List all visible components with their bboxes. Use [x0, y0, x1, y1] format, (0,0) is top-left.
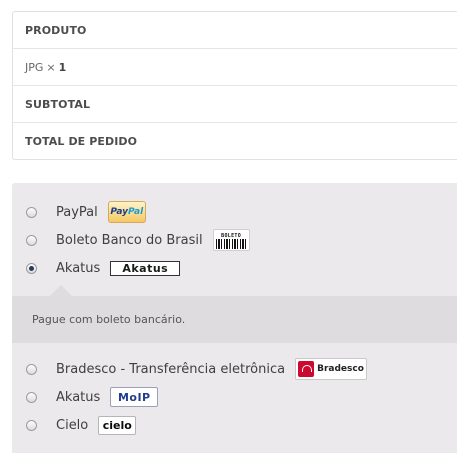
- bradesco-logo-icon: Bradesco: [295, 358, 368, 380]
- payment-description-box: Pague com boleto bancário.: [12, 296, 457, 343]
- boleto-barcode-icon: BOLETO: [212, 229, 250, 251]
- product-name: JPG: [25, 60, 44, 74]
- product-column-header: PRODUTO: [25, 23, 87, 37]
- akatus-moip-label[interactable]: Akatus: [56, 390, 100, 405]
- table-row-subtotal: SUBTOTAL: [13, 86, 457, 123]
- boleto-label[interactable]: Boleto Banco do Brasil: [56, 233, 203, 248]
- akatus-logo-icon: Akatus: [110, 260, 181, 276]
- payment-methods-panel: PayPal Pay Pal Boleto Banco do Brasil BOL…: [12, 183, 457, 453]
- bradesco-logo-text: Bradesco: [317, 364, 364, 374]
- product-quantity: 1: [58, 60, 67, 74]
- boleto-radio[interactable]: [26, 234, 37, 246]
- bradesco-label[interactable]: Bradesco - Transferência eletrônica: [56, 362, 285, 377]
- order-review-table: PRODUTO JPG × 1 SUBTOTAL TOTAL DE PEDIDO: [12, 11, 457, 160]
- payment-method-paypal[interactable]: PayPal Pay Pal: [26, 201, 146, 223]
- akatus-radio[interactable]: [26, 262, 37, 274]
- table-row-product-header: PRODUTO: [13, 12, 457, 49]
- payment-method-bradesco[interactable]: Bradesco - Transferência eletrônica Brad…: [26, 358, 368, 380]
- order-total-label: TOTAL DE PEDIDO: [25, 135, 138, 148]
- payment-method-boleto[interactable]: Boleto Banco do Brasil BOLETO: [26, 229, 250, 251]
- cielo-label[interactable]: Cielo: [56, 418, 88, 433]
- table-row-total: TOTAL DE PEDIDO: [13, 123, 457, 160]
- barcode-bars: [216, 239, 247, 249]
- payment-method-cielo[interactable]: Cielo cielo: [26, 414, 137, 436]
- paypal-radio[interactable]: [26, 206, 37, 218]
- cielo-logo-icon: cielo: [98, 415, 137, 435]
- akatus-moip-radio[interactable]: [26, 391, 37, 403]
- payment-description-text: Pague com boleto bancário.: [32, 313, 186, 326]
- bradesco-radio[interactable]: [26, 363, 37, 375]
- description-pointer-arrow: [50, 285, 72, 296]
- payment-method-akatus-boleto[interactable]: Akatus Akatus: [26, 257, 181, 279]
- bradesco-mark-icon: [298, 361, 315, 377]
- subtotal-label: SUBTOTAL: [25, 97, 91, 111]
- table-row-product: JPG × 1: [13, 49, 457, 86]
- payment-method-akatus-moip[interactable]: Akatus MoIP: [26, 386, 159, 408]
- akatus-label[interactable]: Akatus: [56, 261, 100, 276]
- moip-logo-icon: MoIP: [110, 387, 159, 407]
- paypal-logo-icon: Pay Pal: [107, 201, 146, 223]
- paypal-label[interactable]: PayPal: [56, 205, 98, 220]
- cielo-radio[interactable]: [26, 419, 37, 431]
- quantity-separator: ×: [46, 60, 56, 74]
